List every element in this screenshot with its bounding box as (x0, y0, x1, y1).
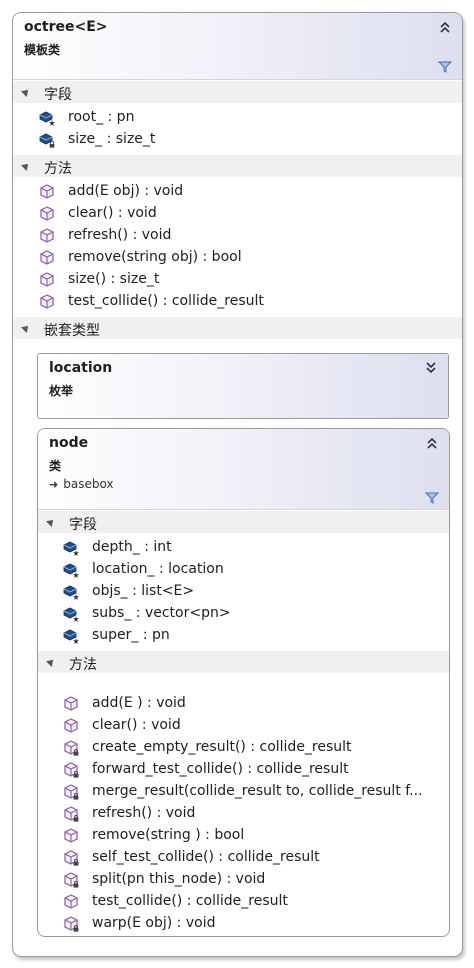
field-protected-icon (62, 627, 79, 644)
method-text: self_test_collide() : collide_result (92, 849, 320, 865)
filter-icon[interactable] (425, 492, 439, 504)
method-icon (38, 293, 56, 311)
collapse-triangle-icon (46, 517, 56, 527)
method-text: create_empty_result() : collide_result (92, 739, 352, 755)
method-text: refresh() : void (68, 227, 172, 243)
section-label: 字段 (69, 517, 97, 533)
method-text: remove(string ) : bool (92, 827, 245, 843)
field-protected-icon (62, 539, 79, 556)
node-methods-section[interactable]: 方法 (38, 651, 449, 673)
method-text: warp(E obj) : void (92, 915, 216, 931)
method-text: remove(string obj) : bool (68, 249, 242, 265)
section-label: 方法 (69, 657, 97, 673)
method-text: merge_result(collide_result to, collide_… (92, 783, 423, 799)
method-icon (62, 717, 80, 735)
field-text: depth_ : int (92, 539, 172, 555)
method-icon (38, 249, 56, 267)
expand-down-icon[interactable] (424, 360, 438, 376)
method-private-icon (62, 849, 79, 866)
method-private-icon (62, 915, 79, 932)
method-text: test_collide() : collide_result (92, 893, 288, 909)
field-protected-icon (38, 109, 55, 126)
octree-methods-section[interactable]: 方法 (13, 155, 462, 177)
inheritance-arrow-icon: ➜ (49, 478, 59, 491)
octree-fields-section[interactable]: 字段 (13, 81, 462, 103)
method-private-icon (62, 805, 79, 822)
field-private-icon (38, 131, 55, 148)
collapse-up-icon[interactable] (425, 435, 439, 451)
method-text: split(pn this_node) : void (92, 871, 266, 887)
node-title: node (49, 435, 89, 451)
method-icon (62, 827, 80, 845)
node-header: node 类 ➜ basebox (38, 429, 449, 510)
field-protected-icon (62, 583, 79, 600)
method-text: test_collide() : collide_result (68, 293, 264, 309)
octree-kind: 模板类 (24, 43, 61, 57)
collapse-triangle-icon (21, 323, 31, 333)
collapse-up-icon[interactable] (438, 19, 452, 35)
method-text: clear() : void (92, 717, 181, 733)
location-enum-card[interactable]: location 枚举 (37, 353, 449, 419)
field-protected-icon (62, 605, 79, 622)
field-text: super_ : pn (92, 627, 170, 643)
method-private-icon (62, 739, 79, 756)
field-protected-icon (62, 561, 79, 578)
method-text: add(E obj) : void (68, 183, 184, 199)
method-text: add(E ) : void (92, 695, 186, 711)
method-text: forward_test_collide() : collide_result (92, 761, 349, 777)
collapse-triangle-icon (21, 87, 31, 97)
method-text: refresh() : void (92, 805, 196, 821)
location-header: location 枚举 (38, 354, 448, 418)
field-text: size_ : size_t (68, 131, 156, 147)
octree-title: octree<E> (24, 19, 108, 35)
method-private-icon (62, 761, 79, 778)
method-icon (38, 271, 56, 289)
method-private-icon (62, 871, 79, 888)
method-icon (62, 893, 80, 911)
method-text: size() : size_t (68, 271, 160, 287)
section-label: 字段 (44, 87, 72, 103)
method-text: clear() : void (68, 205, 157, 221)
octree-class-card: octree<E> 模板类 字段 root_ : pn size_ : size… (12, 12, 463, 957)
node-class-card: node 类 ➜ basebox 字段 depth_ : int location… (37, 428, 450, 937)
filter-icon[interactable] (438, 61, 452, 73)
method-icon (62, 695, 80, 713)
location-kind: 枚举 (49, 384, 74, 398)
method-icon (38, 183, 56, 201)
method-private-icon (62, 783, 79, 800)
octree-nested-types-section[interactable]: 嵌套类型 (13, 317, 462, 339)
field-text: root_ : pn (68, 109, 135, 125)
field-text: location_ : location (92, 561, 224, 577)
collapse-triangle-icon (46, 657, 56, 667)
section-label: 方法 (44, 161, 72, 177)
octree-header: octree<E> 模板类 (13, 13, 462, 80)
field-text: subs_ : vector<pn> (92, 605, 231, 621)
node-base-type: ➜ basebox (49, 477, 114, 491)
location-title: location (49, 360, 113, 376)
base-type-label: basebox (63, 477, 114, 491)
collapse-triangle-icon (21, 161, 31, 171)
method-icon (38, 205, 56, 223)
section-label: 嵌套类型 (44, 323, 100, 339)
field-text: objs_ : list<E> (92, 583, 195, 599)
node-kind: 类 (49, 459, 62, 473)
node-fields-section[interactable]: 字段 (38, 511, 449, 533)
method-icon (38, 227, 56, 245)
